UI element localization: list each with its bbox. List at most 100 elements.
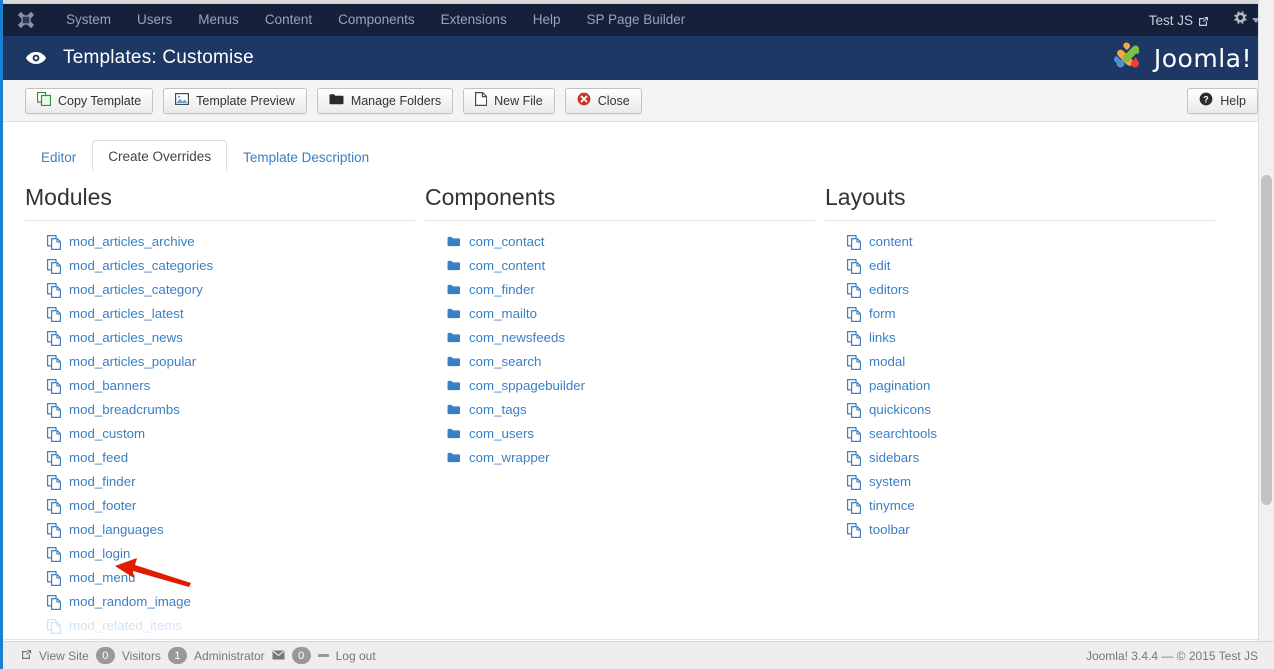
list-item-link[interactable]: com_search xyxy=(469,350,541,374)
list-item-link[interactable]: mod_custom xyxy=(69,422,145,446)
list-item[interactable]: sidebars xyxy=(825,446,1215,470)
list-item-link[interactable]: sidebars xyxy=(869,446,919,470)
list-item-link[interactable]: com_finder xyxy=(469,278,535,302)
list-item[interactable]: mod_finder xyxy=(25,470,415,494)
list-item-link[interactable]: searchtools xyxy=(869,422,937,446)
list-item-link[interactable]: edit xyxy=(869,254,890,278)
help-button[interactable]: ? Help xyxy=(1187,88,1258,114)
list-item[interactable]: com_sppagebuilder xyxy=(425,374,815,398)
list-item-link[interactable]: mod_banners xyxy=(69,374,150,398)
list-item-link[interactable]: mod_articles_archive xyxy=(69,230,195,254)
list-item-link[interactable]: mod_articles_categories xyxy=(69,254,213,278)
list-item[interactable]: com_finder xyxy=(425,278,815,302)
list-item-link[interactable]: mod_articles_category xyxy=(69,278,203,302)
list-item[interactable]: com_tags xyxy=(425,398,815,422)
list-item[interactable]: mod_breadcrumbs xyxy=(25,398,415,422)
list-item[interactable]: mod_related_items xyxy=(25,614,415,638)
nav-item-help[interactable]: Help xyxy=(520,4,574,36)
list-item[interactable]: mod_languages xyxy=(25,518,415,542)
list-item-link[interactable]: pagination xyxy=(869,374,930,398)
list-item-link[interactable]: mod_languages xyxy=(69,518,164,542)
list-item-link[interactable]: mod_finder xyxy=(69,470,136,494)
list-item[interactable]: pagination xyxy=(825,374,1215,398)
list-item[interactable]: com_mailto xyxy=(425,302,815,326)
list-item-link[interactable]: modal xyxy=(869,350,905,374)
list-item-link[interactable]: mod_articles_latest xyxy=(69,302,184,326)
list-item-link[interactable]: mod_articles_popular xyxy=(69,350,196,374)
nav-item-users[interactable]: Users xyxy=(124,4,185,36)
list-item[interactable]: toolbar xyxy=(825,518,1215,542)
list-item[interactable]: tinymce xyxy=(825,494,1215,518)
list-item-link[interactable]: mod_articles_news xyxy=(69,326,183,350)
list-item-link[interactable]: quickicons xyxy=(869,398,931,422)
envelope-icon[interactable] xyxy=(272,649,285,663)
nav-item-extensions[interactable]: Extensions xyxy=(428,4,520,36)
list-item-link[interactable]: com_users xyxy=(469,422,534,446)
manage-folders-button[interactable]: Manage Folders xyxy=(317,88,453,114)
nav-item-sp-page-builder[interactable]: SP Page Builder xyxy=(573,4,698,36)
list-item-link[interactable]: form xyxy=(869,302,896,326)
list-item-link[interactable]: mod_related_items xyxy=(69,614,182,638)
list-item-mod-login[interactable]: mod_login xyxy=(25,542,415,566)
list-item[interactable]: mod_articles_categories xyxy=(25,254,415,278)
list-item[interactable]: mod_articles_latest xyxy=(25,302,415,326)
list-item[interactable]: system xyxy=(825,470,1215,494)
list-item-link[interactable]: com_content xyxy=(469,254,545,278)
list-item-link[interactable]: system xyxy=(869,470,911,494)
list-item[interactable]: mod_banners xyxy=(25,374,415,398)
list-item-link[interactable]: mod_feed xyxy=(69,446,128,470)
list-item-link[interactable]: com_sppagebuilder xyxy=(469,374,585,398)
list-item[interactable]: edit xyxy=(825,254,1215,278)
tab-editor[interactable]: Editor xyxy=(25,141,92,174)
list-item[interactable]: form xyxy=(825,302,1215,326)
list-item[interactable]: mod_articles_news xyxy=(25,326,415,350)
list-item-link[interactable]: com_wrapper xyxy=(469,446,550,470)
list-item[interactable]: mod_menu xyxy=(25,566,415,590)
new-file-button[interactable]: New File xyxy=(463,88,555,114)
list-item[interactable]: content xyxy=(825,230,1215,254)
list-item[interactable]: quickicons xyxy=(825,398,1215,422)
list-item-link[interactable]: mod_footer xyxy=(69,494,136,518)
nav-item-system[interactable]: System xyxy=(53,4,124,36)
tab-template-description[interactable]: Template Description xyxy=(227,141,385,174)
list-item-link[interactable]: com_mailto xyxy=(469,302,537,326)
view-site-link[interactable]: View Site xyxy=(39,649,89,663)
scrollbar-thumb[interactable] xyxy=(1261,175,1272,505)
list-item-link[interactable]: mod_menu xyxy=(69,566,136,590)
list-item[interactable]: com_content xyxy=(425,254,815,278)
nav-item-content[interactable]: Content xyxy=(252,4,325,36)
list-item[interactable]: mod_random_image xyxy=(25,590,415,614)
list-item-link[interactable]: mod_random_image xyxy=(69,590,191,614)
list-item[interactable]: com_newsfeeds xyxy=(425,326,815,350)
copy-template-button[interactable]: Copy Template xyxy=(25,88,153,114)
joomla-mark-icon[interactable] xyxy=(17,11,35,29)
logout-link[interactable]: Log out xyxy=(336,649,376,663)
list-item[interactable]: com_contact xyxy=(425,230,815,254)
list-item-link[interactable]: editors xyxy=(869,278,909,302)
list-item[interactable]: mod_articles_category xyxy=(25,278,415,302)
list-item[interactable]: editors xyxy=(825,278,1215,302)
list-item-link[interactable]: mod_breadcrumbs xyxy=(69,398,180,422)
list-item-link[interactable]: com_tags xyxy=(469,398,527,422)
list-item[interactable]: mod_articles_popular xyxy=(25,350,415,374)
list-item-link[interactable]: com_newsfeeds xyxy=(469,326,565,350)
list-item-link[interactable]: content xyxy=(869,230,913,254)
list-item[interactable]: mod_feed xyxy=(25,446,415,470)
list-item-link[interactable]: mod_login xyxy=(69,542,130,566)
list-item[interactable]: com_wrapper xyxy=(425,446,815,470)
list-item[interactable]: com_users xyxy=(425,422,815,446)
template-preview-button[interactable]: Template Preview xyxy=(163,88,307,114)
list-item[interactable]: mod_custom xyxy=(25,422,415,446)
nav-item-menus[interactable]: Menus xyxy=(185,4,252,36)
list-item-link[interactable]: com_contact xyxy=(469,230,544,254)
vertical-scrollbar[interactable] xyxy=(1258,0,1274,669)
settings-menu[interactable] xyxy=(1233,10,1260,30)
close-button[interactable]: Close xyxy=(565,88,642,114)
nav-item-components[interactable]: Components xyxy=(325,4,428,36)
list-item-link[interactable]: links xyxy=(869,326,896,350)
list-item[interactable]: modal xyxy=(825,350,1215,374)
list-item[interactable]: mod_footer xyxy=(25,494,415,518)
list-item[interactable]: links xyxy=(825,326,1215,350)
list-item[interactable]: mod_articles_archive xyxy=(25,230,415,254)
list-item[interactable]: searchtools xyxy=(825,422,1215,446)
